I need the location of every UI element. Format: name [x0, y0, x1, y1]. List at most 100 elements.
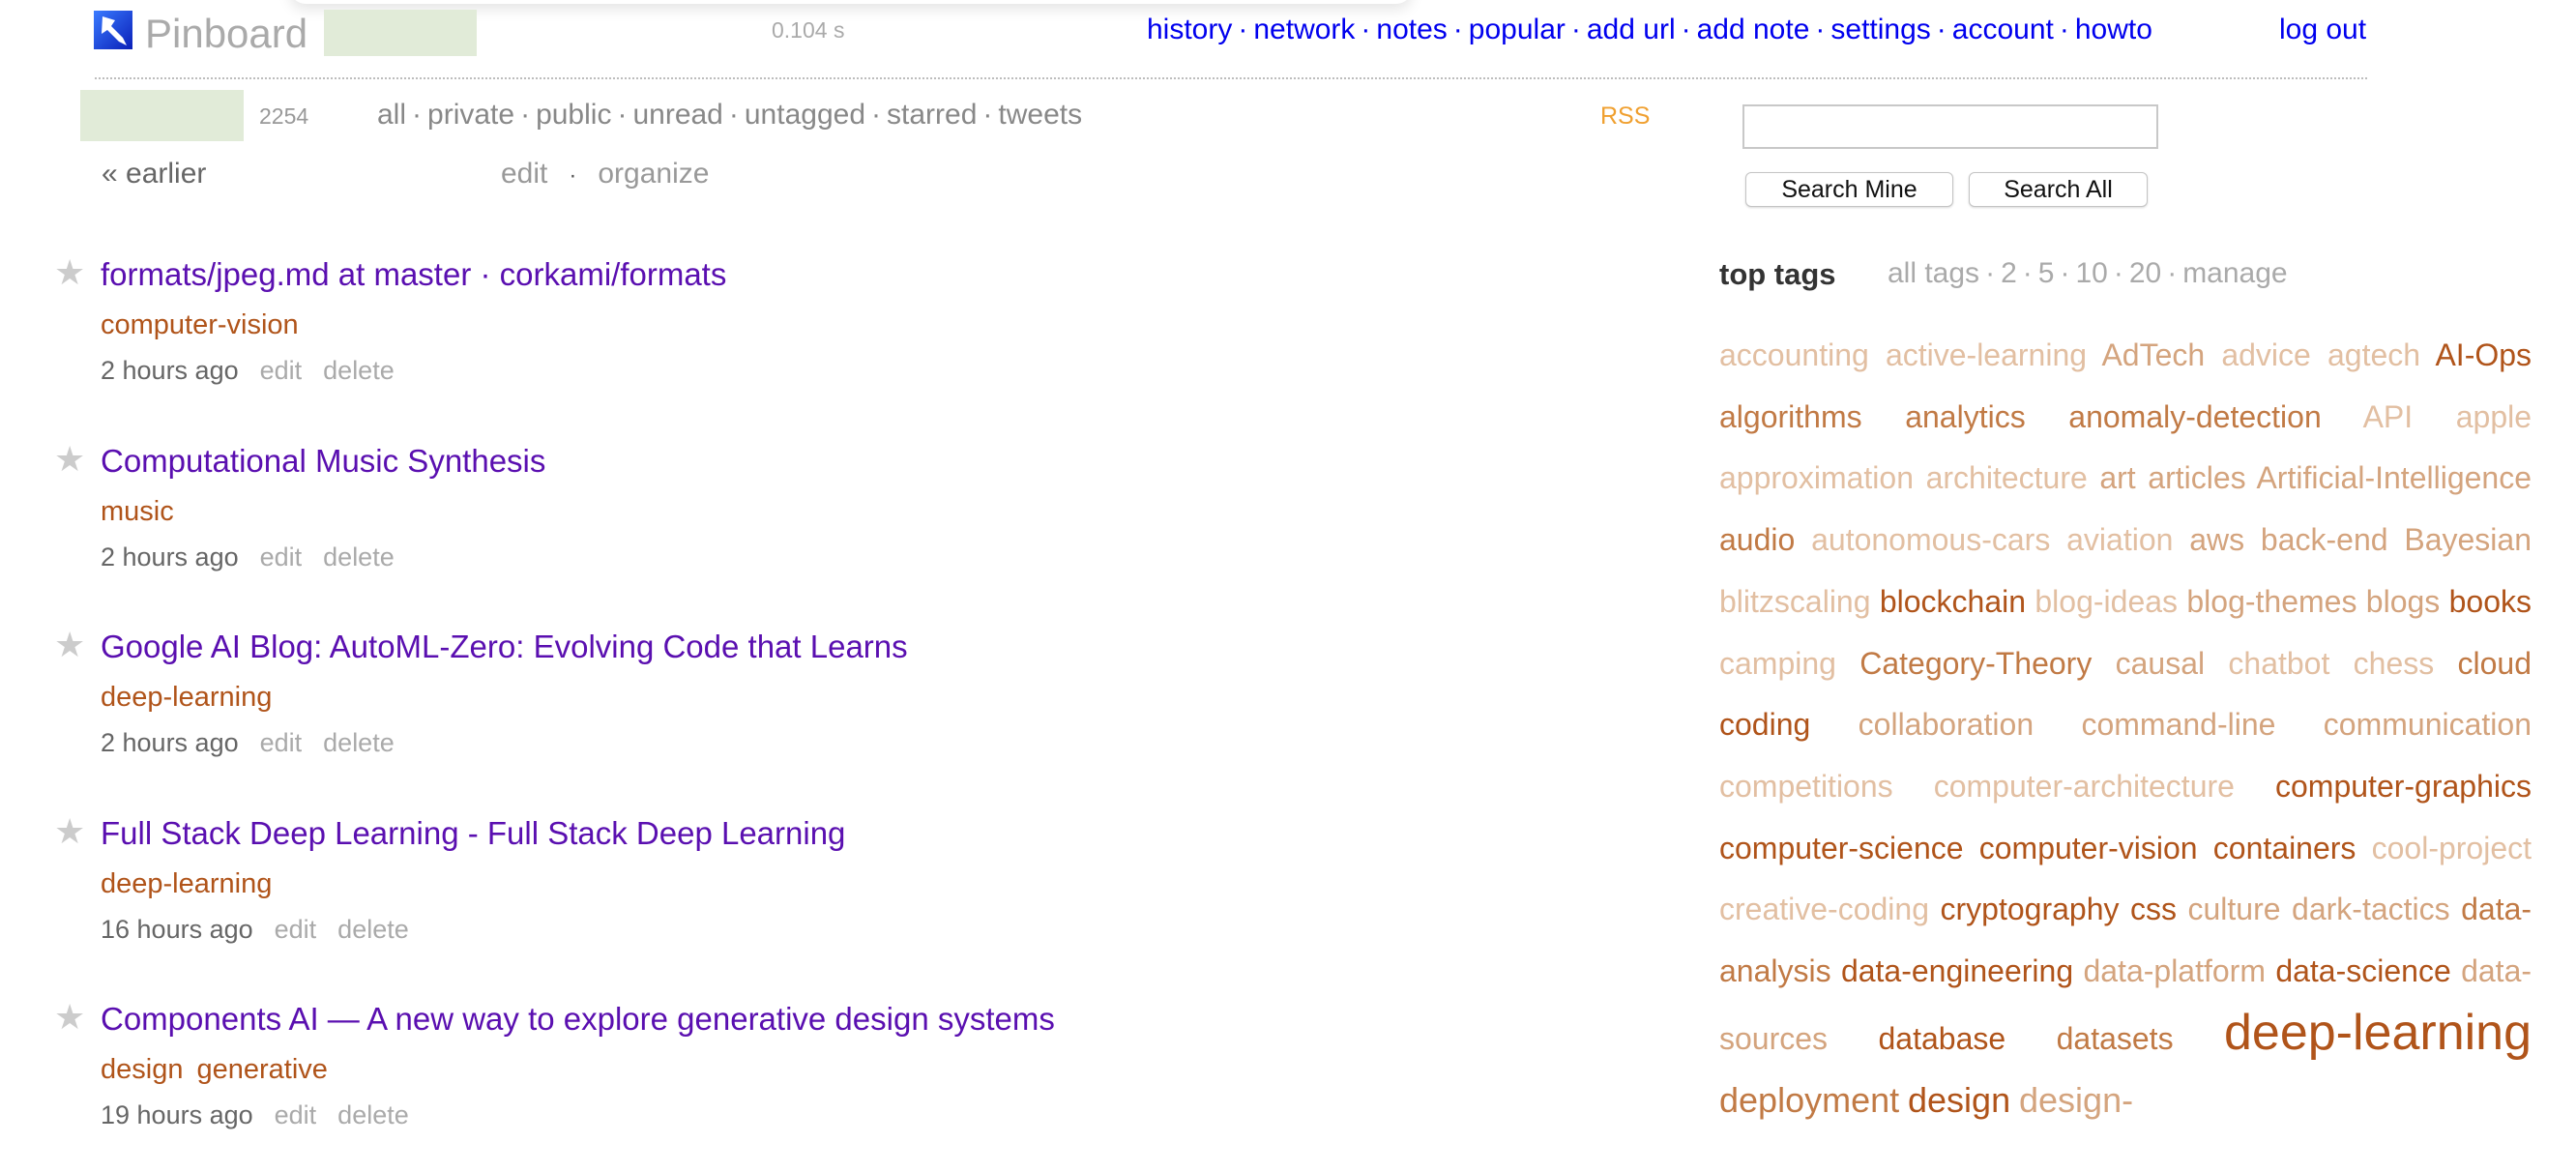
- bookmark-timestamp[interactable]: 2 hours ago: [101, 542, 239, 571]
- tag-cloud-item[interactable]: command-line: [2081, 707, 2275, 742]
- pinboard-logo-icon[interactable]: [94, 11, 132, 49]
- filter-untagged[interactable]: untagged: [745, 99, 865, 131]
- nav-settings[interactable]: settings: [1830, 14, 1930, 45]
- filter-starred[interactable]: starred: [887, 99, 977, 131]
- bookmark-timestamp[interactable]: 16 hours ago: [101, 915, 253, 944]
- bookmark-title-link[interactable]: Components AI — A new way to explore gen…: [101, 1000, 1055, 1039]
- tag-cloud-item[interactable]: coding: [1719, 707, 1810, 742]
- tag-cloud-item[interactable]: design: [1908, 1080, 2010, 1120]
- tag-cloud-item[interactable]: computer-vision: [1979, 831, 2198, 865]
- tag-cloud-item[interactable]: blog-themes: [2186, 584, 2356, 619]
- filter-unread[interactable]: unread: [632, 99, 722, 131]
- delete-bookmark-link[interactable]: delete: [323, 728, 395, 757]
- tag-cloud-item[interactable]: blog-ideas: [2034, 584, 2178, 619]
- star-icon[interactable]: ★: [54, 439, 85, 479]
- rss-link[interactable]: RSS: [1600, 103, 1650, 131]
- delete-bookmark-link[interactable]: delete: [323, 356, 395, 385]
- search-input[interactable]: [1742, 104, 2158, 149]
- tag-cloud-item[interactable]: articles: [2148, 460, 2245, 495]
- bookmark-title-link[interactable]: Computational Music Synthesis: [101, 442, 545, 481]
- bookmark-tag-link[interactable]: deep-learning: [101, 868, 272, 899]
- tag-cloud-item[interactable]: database: [1878, 1021, 2005, 1056]
- filter-all[interactable]: all: [377, 99, 406, 131]
- tag-cloud-item[interactable]: cloud: [2458, 646, 2532, 681]
- edit-mode-link[interactable]: edit: [501, 158, 547, 190]
- tag-cloud-item[interactable]: apple: [2456, 399, 2532, 434]
- delete-bookmark-link[interactable]: delete: [323, 542, 395, 571]
- logout-link[interactable]: log out: [2279, 12, 2366, 48]
- nav-add-url[interactable]: add url: [1587, 14, 1676, 45]
- bookmark-timestamp[interactable]: 19 hours ago: [101, 1100, 253, 1129]
- tag-cloud-item[interactable]: design-: [2019, 1080, 2133, 1120]
- nav-account[interactable]: account: [1952, 14, 2054, 45]
- tag-cloud-item[interactable]: computer-graphics: [2275, 769, 2532, 804]
- delete-bookmark-link[interactable]: delete: [337, 1100, 409, 1129]
- tag-option-all-tags[interactable]: all tags: [1888, 257, 1979, 289]
- edit-bookmark-link[interactable]: edit: [260, 728, 303, 757]
- star-icon[interactable]: ★: [54, 626, 85, 664]
- organize-link[interactable]: organize: [598, 158, 709, 190]
- filter-private[interactable]: private: [427, 99, 514, 131]
- tag-cloud-item[interactable]: Artificial-Intelligence: [2256, 460, 2532, 495]
- edit-bookmark-link[interactable]: edit: [260, 542, 303, 571]
- tag-cloud-item[interactable]: cryptography: [1941, 892, 2120, 926]
- tag-cloud-item[interactable]: computer-architecture: [1934, 769, 2235, 804]
- tag-cloud-item[interactable]: advice: [2221, 337, 2311, 372]
- tag-cloud-item[interactable]: AdTech: [2101, 337, 2205, 372]
- tag-cloud-item[interactable]: aviation: [2066, 522, 2173, 557]
- earlier-link[interactable]: « earlier: [102, 158, 206, 190]
- tag-cloud-item[interactable]: computer-science: [1719, 831, 1964, 865]
- tag-cloud-item[interactable]: aws: [2189, 522, 2244, 557]
- delete-bookmark-link[interactable]: delete: [337, 915, 409, 944]
- bookmark-tag-link[interactable]: deep-learning: [101, 682, 272, 713]
- star-icon[interactable]: ★: [54, 998, 85, 1037]
- edit-bookmark-link[interactable]: edit: [275, 1100, 317, 1129]
- tag-cloud-item[interactable]: art: [2099, 460, 2135, 495]
- nav-history[interactable]: history: [1147, 14, 1232, 45]
- edit-bookmark-link[interactable]: edit: [275, 915, 317, 944]
- tag-cloud-item[interactable]: algorithms: [1719, 399, 1862, 434]
- search-mine-button[interactable]: Search Mine: [1745, 172, 1953, 207]
- brand-name[interactable]: Pinboard: [145, 10, 307, 58]
- tag-cloud-item[interactable]: chatbot: [2228, 646, 2329, 681]
- bookmark-title-link[interactable]: Google AI Blog: AutoML-Zero: Evolving Co…: [101, 628, 908, 666]
- tag-cloud-item[interactable]: approximation: [1719, 460, 1914, 495]
- tag-cloud-item[interactable]: culture: [2187, 892, 2280, 926]
- star-icon[interactable]: ★: [54, 253, 85, 292]
- tag-cloud-item[interactable]: containers: [2213, 831, 2356, 865]
- tag-cloud-item[interactable]: blockchain: [1880, 584, 2026, 619]
- tag-cloud-item[interactable]: datasets: [2057, 1021, 2174, 1056]
- tag-cloud-item[interactable]: accounting: [1719, 337, 1869, 372]
- tag-option-20[interactable]: 20: [2129, 257, 2161, 289]
- tag-cloud-item[interactable]: AI-Ops: [2435, 337, 2532, 372]
- tag-cloud-item[interactable]: communication: [2324, 707, 2532, 742]
- tag-cloud-item[interactable]: causal: [2116, 646, 2206, 681]
- tag-cloud-item[interactable]: creative-coding: [1719, 892, 1929, 926]
- tag-cloud-item[interactable]: architecture: [1926, 460, 2088, 495]
- tag-cloud-item[interactable]: dark-tactics: [2292, 892, 2450, 926]
- tag-cloud-item[interactable]: deployment: [1719, 1080, 1899, 1120]
- tag-cloud-item[interactable]: active-learning: [1886, 337, 2087, 372]
- bookmark-tag-link[interactable]: generative: [196, 1054, 327, 1085]
- tag-cloud-item[interactable]: chess: [2354, 646, 2435, 681]
- tag-cloud-item[interactable]: autonomous-cars: [1811, 522, 2050, 557]
- bookmark-tag-link[interactable]: design: [101, 1054, 183, 1085]
- tag-cloud-item[interactable]: API: [2363, 399, 2414, 434]
- bookmark-timestamp[interactable]: 2 hours ago: [101, 356, 239, 385]
- tag-cloud-item[interactable]: cool-project: [2372, 831, 2532, 865]
- tag-cloud-item[interactable]: blitzscaling: [1719, 584, 1871, 619]
- tag-cloud-item[interactable]: deep-learning: [2224, 1005, 2532, 1061]
- bookmark-timestamp[interactable]: 2 hours ago: [101, 728, 239, 757]
- filter-public[interactable]: public: [536, 99, 611, 131]
- tag-cloud-item[interactable]: competitions: [1719, 769, 1893, 804]
- tag-cloud-item[interactable]: data-engineering: [1841, 953, 2073, 988]
- edit-bookmark-link[interactable]: edit: [260, 356, 303, 385]
- tag-option-2[interactable]: 2: [2001, 257, 2017, 289]
- tag-cloud-item[interactable]: css: [2130, 892, 2177, 926]
- nav-add-note[interactable]: add note: [1697, 14, 1810, 45]
- tag-cloud-item[interactable]: back-end: [2261, 522, 2388, 557]
- tag-cloud-item[interactable]: audio: [1719, 522, 1795, 557]
- tag-cloud-item[interactable]: agtech: [2327, 337, 2420, 372]
- tag-cloud-item[interactable]: data-platform: [2083, 953, 2266, 988]
- bookmark-tag-link[interactable]: computer-vision: [101, 309, 299, 340]
